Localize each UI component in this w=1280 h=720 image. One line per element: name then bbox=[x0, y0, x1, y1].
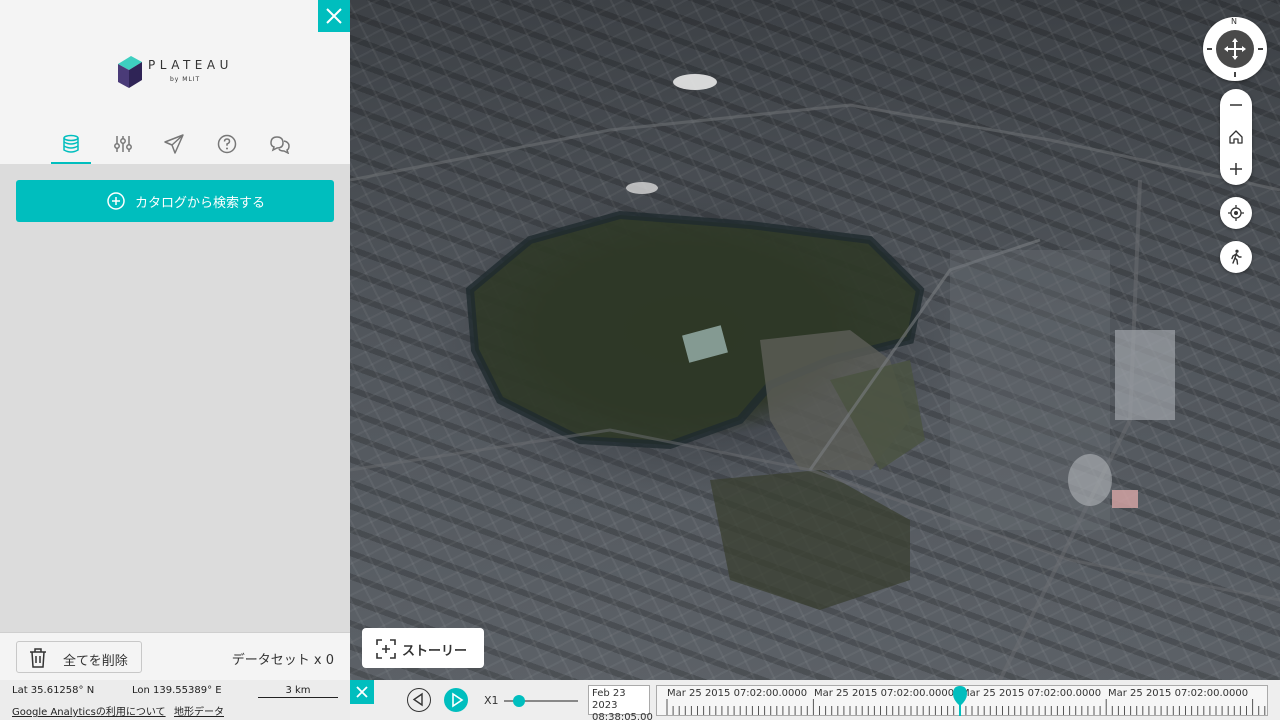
sidebar-footer: 全てを削除 データセット x 0 bbox=[0, 632, 350, 680]
close-timeline-button[interactable] bbox=[350, 680, 374, 704]
road bbox=[350, 103, 1280, 192]
current-date: Feb 23 2023 bbox=[592, 688, 626, 711]
south-park bbox=[710, 470, 910, 610]
terrain-data-link[interactable]: 地形データ bbox=[174, 703, 224, 718]
compass-pan-control[interactable] bbox=[1216, 30, 1254, 68]
story-button[interactable]: ストーリー bbox=[362, 628, 484, 668]
scale-bar: 3 km bbox=[258, 685, 338, 698]
pedestrian-mode-button[interactable] bbox=[1220, 241, 1252, 273]
tower bbox=[1115, 330, 1175, 420]
playback-speed-label: X1 bbox=[484, 694, 499, 707]
compass-tick bbox=[1258, 48, 1263, 50]
tab-datasets[interactable] bbox=[51, 130, 91, 164]
current-time-display: Feb 23 2023 08:38:05.00 bbox=[588, 685, 653, 720]
logo-wordmark: PLATEAU bbox=[148, 58, 233, 72]
plateau-logo-icon bbox=[118, 56, 142, 88]
database-icon bbox=[63, 134, 79, 153]
map-view[interactable] bbox=[350, 0, 1280, 720]
walking-person-icon bbox=[1231, 249, 1242, 265]
status-bar: Lat 35.61258° N Lon 139.55389° E 3 km Go… bbox=[0, 680, 350, 720]
delete-all-button[interactable]: 全てを削除 bbox=[16, 641, 142, 673]
tab-help[interactable] bbox=[207, 130, 247, 164]
stadium-roof bbox=[673, 74, 717, 90]
sliders-icon bbox=[114, 136, 132, 152]
close-icon bbox=[326, 8, 342, 24]
compass-tick bbox=[1234, 72, 1236, 77]
timeline-position-marker[interactable] bbox=[952, 686, 968, 716]
speed-slider-handle[interactable] bbox=[512, 695, 525, 707]
tab-settings[interactable] bbox=[103, 130, 143, 164]
minus-icon bbox=[1230, 104, 1242, 106]
logo-subtitle: by MLIT bbox=[170, 76, 201, 83]
plateau-logo: PLATEAU by MLIT bbox=[118, 56, 238, 88]
latitude-readout: Lat 35.61258° N bbox=[12, 685, 95, 696]
play-icon bbox=[452, 692, 464, 708]
play-reverse-button[interactable] bbox=[407, 688, 431, 712]
search-catalog-label: カタログから検索する bbox=[135, 196, 266, 211]
play-reverse-icon bbox=[412, 692, 423, 707]
close-sidebar-button[interactable] bbox=[318, 0, 350, 32]
search-catalog-button[interactable]: カタログから検索する bbox=[16, 180, 334, 222]
story-button-label: ストーリー bbox=[402, 644, 468, 659]
close-icon bbox=[356, 686, 368, 698]
home-view-button[interactable] bbox=[1220, 121, 1252, 153]
play-button[interactable] bbox=[444, 688, 468, 712]
move-arrows-icon bbox=[1224, 38, 1246, 60]
paper-plane-icon bbox=[164, 134, 184, 154]
timeline: X1 Feb 23 2023 08:38:05.00 Mar 25 2015 0… bbox=[350, 680, 1280, 720]
trash-icon bbox=[30, 648, 46, 668]
compass[interactable]: N bbox=[1203, 17, 1267, 81]
delete-all-label: 全てを削除 bbox=[63, 654, 128, 669]
zoom-out-button[interactable] bbox=[1220, 89, 1252, 121]
compass-tick bbox=[1207, 48, 1212, 50]
dataset-count: データセット x 0 bbox=[231, 653, 334, 668]
tab-feedback[interactable] bbox=[259, 130, 299, 164]
sidebar-header: PLATEAU by MLIT bbox=[0, 0, 350, 164]
zoom-controls bbox=[1220, 89, 1252, 185]
home-icon bbox=[1229, 130, 1243, 144]
zoom-in-button[interactable] bbox=[1220, 153, 1252, 185]
sidebar: PLATEAU by MLIT カタログから検索する 全てを削除 データセット … bbox=[0, 0, 350, 720]
chat-bubbles-icon bbox=[270, 136, 290, 154]
crosshair-icon bbox=[1228, 205, 1244, 221]
aerial-imagery bbox=[350, 74, 1280, 701]
plus-icon bbox=[1230, 163, 1242, 175]
plus-circle-icon bbox=[107, 192, 125, 210]
longitude-readout: Lon 139.55389° E bbox=[132, 685, 222, 696]
help-circle-icon bbox=[217, 134, 237, 154]
compass-north-label: N bbox=[1231, 17, 1237, 26]
building-roof bbox=[626, 182, 658, 194]
building-roof bbox=[1112, 490, 1138, 508]
tab-share[interactable] bbox=[154, 130, 194, 164]
station-roof bbox=[1068, 454, 1112, 506]
current-time: 08:38:05.00 bbox=[592, 712, 653, 720]
my-location-button[interactable] bbox=[1220, 197, 1252, 229]
google-analytics-link[interactable]: Google Analyticsの利用について bbox=[12, 703, 166, 718]
story-capture-icon bbox=[376, 639, 396, 659]
